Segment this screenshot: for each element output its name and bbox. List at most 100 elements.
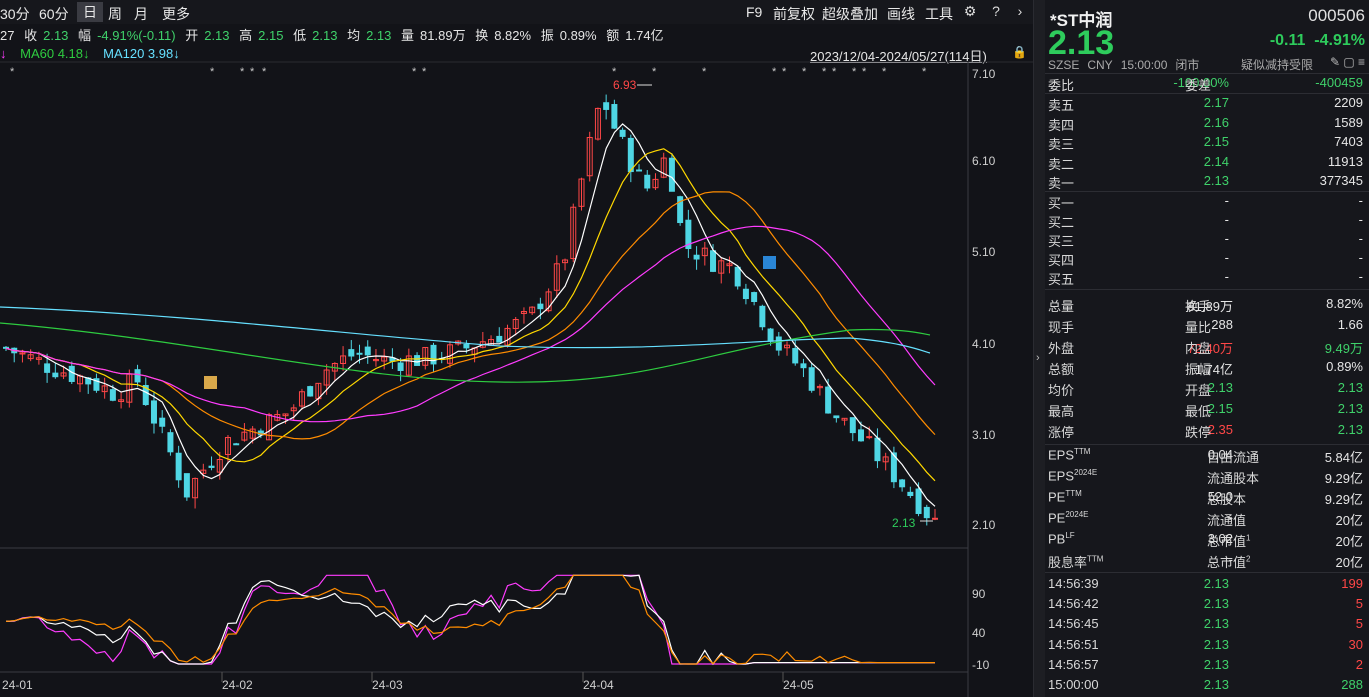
candle-body xyxy=(874,437,881,462)
event-star: * xyxy=(412,66,417,78)
candle-body xyxy=(767,328,774,342)
event-marker-f xyxy=(204,376,217,389)
candle-body xyxy=(899,479,906,488)
fund-label-sup: TTM xyxy=(1065,489,1082,498)
event-star: * xyxy=(652,66,657,78)
stock-code: 000506 xyxy=(1308,6,1365,25)
sell-row[interactable]: 卖一 2.13 377345 xyxy=(1045,173,1369,192)
fund-row: 股息率TTM - 总市值2 20亿 xyxy=(1045,552,1369,571)
candle-body xyxy=(537,303,544,310)
book-price: - xyxy=(1224,212,1229,227)
stat-label: 换手 xyxy=(1185,299,1212,314)
x-label: 24-03 xyxy=(372,678,403,692)
candle-body xyxy=(414,355,421,366)
tick-volume: 5 xyxy=(1355,596,1363,612)
candle-body xyxy=(636,169,643,172)
sell-row[interactable]: 卖三 2.15 7403 xyxy=(1045,134,1369,153)
candle-body xyxy=(759,305,766,328)
stat-value: 2.13 xyxy=(1337,380,1363,395)
event-star: * xyxy=(782,66,787,78)
fund-value: 20亿 xyxy=(1335,534,1363,549)
quote-panel: *ST中润 000506 2.13 -0.11 -4.91% SZSE CNY 15… xyxy=(1045,0,1369,697)
stat-label: 现手 xyxy=(1048,320,1075,335)
sell-row[interactable]: 卖四 2.16 1589 xyxy=(1045,115,1369,134)
tick-time: 14:56:45 xyxy=(1048,616,1099,632)
candle-body xyxy=(159,417,166,427)
stat-value: 2.13 xyxy=(1337,401,1363,416)
last-price-label: 2.13 xyxy=(892,516,916,530)
change-value: -0.11 xyxy=(1269,32,1306,49)
stat-row: 总量 81.89万 换手 8.82% xyxy=(1045,296,1369,315)
buy-row[interactable]: 买二 - - xyxy=(1045,212,1369,231)
stat-label: 跌停 xyxy=(1185,425,1212,440)
candle-body xyxy=(800,363,807,369)
sell-row[interactable]: 卖五 2.17 2209 xyxy=(1045,95,1369,114)
event-star: * xyxy=(702,66,707,78)
fund-label-text: PB xyxy=(1048,531,1066,547)
tick-volume: 288 xyxy=(1341,677,1363,692)
x-label: 24-02 xyxy=(222,678,253,692)
fund-label-text: 总市值 xyxy=(1207,534,1247,549)
buy-row[interactable]: 买三 - - xyxy=(1045,231,1369,250)
fund-row: PE2024E - 流通值 20亿 xyxy=(1045,510,1369,529)
candle-body xyxy=(397,362,404,372)
book-price: - xyxy=(1224,269,1229,284)
tick-price: 2.13 xyxy=(1203,677,1229,692)
stat-row: 现手 288 量比 1.66 xyxy=(1045,317,1369,336)
fund-row: EPSTTM 0.04 自由流通 5.84亿 xyxy=(1045,447,1369,466)
fund-label: PETTM xyxy=(1048,489,1082,504)
price-tick: 6.10 xyxy=(972,154,996,168)
fund-label: EPSTTM xyxy=(1048,447,1090,462)
buy-row[interactable]: 买四 - - xyxy=(1045,250,1369,269)
chart-panel: 30分 60分 日 周 月 更多 F9 前复权 超级叠加 画线 工具 ⚙ ? ›… xyxy=(0,0,1033,697)
stat-value: 2.13 xyxy=(1207,380,1233,395)
fund-label: PBLF xyxy=(1048,531,1075,546)
chevron-right-icon[interactable]: › xyxy=(1036,352,1040,364)
candle-body xyxy=(751,292,758,302)
pen-icon[interactable]: ✎ ▢ ≡ xyxy=(1330,55,1365,69)
fund-label-text: 总股本 xyxy=(1207,492,1247,507)
fund-row: PETTM 52.0 总股本 9.29亿 xyxy=(1045,489,1369,508)
fund-row: EPS2024E 流通股本 9.29亿 xyxy=(1045,468,1369,487)
candle-body xyxy=(134,369,141,383)
candle-body xyxy=(849,417,856,434)
buy-row[interactable]: 买一 - - xyxy=(1045,193,1369,212)
kline-chart-svg[interactable]: * * * * * * * * * * * * * * * * * * * xyxy=(0,0,1033,697)
stat-value: 2.13 xyxy=(1337,422,1363,437)
stat-row: 最高 2.15 最低 2.13 xyxy=(1045,401,1369,420)
book-label: 买四 xyxy=(1048,253,1075,268)
quote-meta: SZSE CNY 15:00:00 闭市 xyxy=(1048,56,1207,73)
fund-value: 20亿 xyxy=(1335,555,1363,570)
divider xyxy=(1045,289,1369,290)
book-volume: 11913 xyxy=(1327,153,1363,169)
fund-label-sup: 2 xyxy=(1246,554,1251,564)
candle-body xyxy=(915,488,922,514)
stat-label: 涨停 xyxy=(1048,425,1075,440)
fund-label-sup: TTM xyxy=(1074,447,1091,456)
candle-body xyxy=(734,266,741,287)
event-star: * xyxy=(852,66,857,78)
fund-label: EPS2024E xyxy=(1048,468,1097,483)
osc-tick: 40 xyxy=(972,626,986,640)
fund-label-text: PE xyxy=(1048,489,1066,505)
candle-body xyxy=(808,367,815,391)
fund-value: 9.29亿 xyxy=(1324,471,1363,486)
candle-body xyxy=(866,436,873,439)
candle-body xyxy=(693,254,700,260)
osc-j-line xyxy=(5,574,935,665)
fund-label-text: PE xyxy=(1048,510,1066,526)
tick-price: 2.13 xyxy=(1203,636,1229,652)
x-label: 24-05 xyxy=(783,678,814,692)
book-volume: - xyxy=(1358,250,1363,265)
stat-row: 涨停 2.35 跌停 2.13 xyxy=(1045,422,1369,441)
candle-body xyxy=(167,432,174,453)
sell-row[interactable]: 卖二 2.14 11913 xyxy=(1045,154,1369,173)
tick-row: 14:56:42 2.13 5 xyxy=(1045,596,1369,615)
candle-body xyxy=(907,491,914,496)
divider xyxy=(1045,572,1369,573)
fund-label: 总市值2 xyxy=(1207,552,1250,571)
buy-row[interactable]: 买五 - - xyxy=(1045,269,1369,288)
stat-label: 内盘 xyxy=(1185,341,1212,356)
book-volume: - xyxy=(1358,231,1363,246)
tick-volume: 30 xyxy=(1348,636,1363,652)
